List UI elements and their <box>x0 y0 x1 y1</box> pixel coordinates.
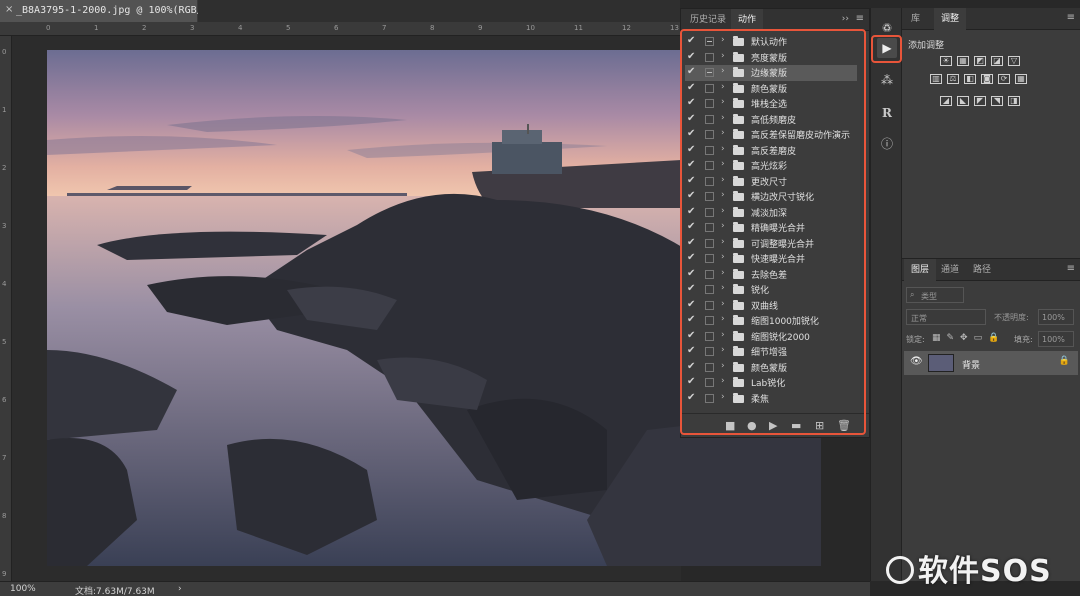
ruler-tick-label: 6 <box>334 24 339 32</box>
layer-thumbnail <box>928 354 954 372</box>
ruler-tick-label: 6 <box>2 396 7 404</box>
ruler-tick-label: 2 <box>2 164 7 172</box>
lock-icons[interactable]: ▦✎✥▭🔒 <box>932 333 1005 343</box>
ruler-tick-label: 4 <box>2 280 7 288</box>
horizontal-ruler[interactable]: 0 1 2 3 4 5 6 7 8 9 10 11 12 13 <box>0 22 680 36</box>
tab-bar <box>198 0 680 22</box>
ruler-tick-label: 12 <box>622 24 631 32</box>
adjustment-icon[interactable]: ☀ <box>940 56 952 66</box>
ruler-tick-label: 3 <box>190 24 195 32</box>
layer-filter-label: 类型 <box>921 292 937 301</box>
layer-lock-icon: 🔒 <box>1058 356 1070 366</box>
adjustment-icon[interactable]: ◙ <box>981 74 993 84</box>
adjustment-icon[interactable]: ◣ <box>957 96 969 106</box>
status-menu-arrow[interactable]: › <box>178 584 182 594</box>
adjustment-icon[interactable]: ◪ <box>991 56 1003 66</box>
tab-libraries[interactable]: 库 <box>904 8 927 30</box>
collapse-panel-icon[interactable]: ›› <box>842 14 849 24</box>
panel-menu-icon[interactable]: ≡ <box>856 13 864 24</box>
opacity-value: 100% <box>1042 313 1065 322</box>
ruler-tick-label: 0 <box>46 24 51 32</box>
ruler-tick-label: 5 <box>2 338 7 346</box>
ruler-tick-label: 8 <box>2 512 7 520</box>
visibility-eye-icon[interactable]: 👁 <box>910 356 923 367</box>
ruler-tick-label: 1 <box>2 106 7 114</box>
lock-label: 锁定: <box>906 335 925 344</box>
layers-panel: 图层 通道 路径 ≡ ⌕ 类型 正常 不透明度: 100% 锁定: ▦✎✥▭🔒 … <box>902 258 1080 581</box>
ruler-tick-label: 3 <box>2 222 7 230</box>
ruler-tick-label: 8 <box>430 24 435 32</box>
ruler-tick-label: 10 <box>526 24 535 32</box>
document-tab[interactable]: × _B8A3795-1-2000.jpg @ 100%(RGB/8) <box>0 0 215 22</box>
layers-tabs: 图层 通道 路径 ≡ <box>902 259 1080 281</box>
blend-mode-select[interactable]: 正常 <box>906 309 986 325</box>
ruler-tick-label: 9 <box>2 570 7 578</box>
ruler-tick-label: 0 <box>2 48 7 56</box>
ruler-tick-label: 9 <box>478 24 483 32</box>
adjustment-icon[interactable]: ◨ <box>1008 96 1020 106</box>
right-dock: 库 调整 ≡ 添加调整 ☀ ▦ ◩ ◪ ▽ ▥ ⚖ ◧ ◙ ⟳ ▦ ◢ ◣ ◤ ◥ ◨ 图层 通道 路径 ≡ … <box>902 8 1080 581</box>
tab-actions[interactable]: 动作 <box>731 9 764 31</box>
ruler-tick-label: 13 <box>670 24 679 32</box>
ruler-tick-label: 7 <box>382 24 387 32</box>
adjustments-menu-icon[interactable]: ≡ <box>1067 12 1075 23</box>
ruler-tick-label: 7 <box>2 454 7 462</box>
layer-filter-select[interactable]: ⌕ 类型 <box>906 287 964 303</box>
adjustment-icon[interactable]: ◩ <box>974 56 986 66</box>
swirl-icon[interactable]: ⁂ <box>877 70 897 90</box>
adjustment-icon[interactable]: ◤ <box>974 96 986 106</box>
adjustment-icon[interactable]: ▦ <box>957 56 969 66</box>
zoom-level[interactable]: 100% <box>10 584 36 594</box>
layer-name: 背景 <box>962 361 981 371</box>
adjustment-icon[interactable]: ◧ <box>964 74 976 84</box>
fill-value: 100% <box>1042 335 1065 344</box>
layers-menu-icon[interactable]: ≡ <box>1067 263 1075 274</box>
watermark: 软件SOS <box>886 546 1052 589</box>
adjustment-icon[interactable]: ◥ <box>991 96 1003 106</box>
tab-paths[interactable]: 路径 <box>966 259 998 281</box>
raya-pro-icon[interactable]: R <box>877 103 897 123</box>
fill-input[interactable]: 100% <box>1038 331 1074 347</box>
ruler-tick-label: 2 <box>142 24 147 32</box>
actions-list-highlight <box>680 29 866 435</box>
panel-icon-strip: ♽ ▶ ⁂ R ⓘ <box>870 8 902 581</box>
adjustment-icon[interactable]: ▥ <box>930 74 942 84</box>
info-icon[interactable]: ⓘ <box>877 134 897 154</box>
adjustment-icon[interactable]: ⚖ <box>947 74 959 84</box>
adjustment-icon[interactable]: ◢ <box>940 96 952 106</box>
blend-mode-value: 正常 <box>911 314 927 323</box>
adjustment-icon[interactable]: ⟳ <box>998 74 1010 84</box>
adjustment-icon[interactable]: ▦ <box>1015 74 1027 84</box>
tab-layers[interactable]: 图层 <box>904 259 937 281</box>
opacity-input[interactable]: 100% <box>1038 309 1074 325</box>
layer-row-background[interactable]: 👁 背景 🔒 <box>904 351 1078 375</box>
tab-history[interactable]: 历史记录 <box>683 9 733 31</box>
tab-channels[interactable]: 通道 <box>934 259 966 281</box>
adjustments-tabs: 库 调整 ≡ <box>902 8 1080 30</box>
watermark-logo-icon <box>886 556 914 584</box>
tab-adjustments[interactable]: 调整 <box>934 8 967 30</box>
add-adjustment-title: 添加调整 <box>908 41 945 51</box>
close-tab-icon[interactable]: × <box>5 4 13 15</box>
ruler-tick-label: 11 <box>574 24 583 32</box>
watermark-text: 软件SOS <box>918 554 1052 589</box>
actions-panel-tabs: 历史记录 动作 ›› ≡ <box>681 9 869 31</box>
ruler-tick-label: 5 <box>286 24 291 32</box>
play-icon-highlight <box>871 35 902 63</box>
opacity-label: 不透明度: <box>994 313 1029 322</box>
ruler-tick-label: 4 <box>238 24 243 32</box>
vertical-ruler[interactable]: 0 1 2 3 4 5 6 7 8 9 <box>0 36 12 581</box>
canvas-area[interactable] <box>12 36 821 581</box>
document-title: _B8A3795-1-2000.jpg @ 100%(RGB/8) <box>16 5 215 16</box>
status-bar: 100% 文档:7.63M/7.63M › <box>0 581 870 596</box>
adjustment-icon[interactable]: ▽ <box>1008 56 1020 66</box>
document-size: 文档:7.63M/7.63M <box>75 587 155 596</box>
fill-label: 填充: <box>1014 335 1033 344</box>
ruler-tick-label: 1 <box>94 24 99 32</box>
